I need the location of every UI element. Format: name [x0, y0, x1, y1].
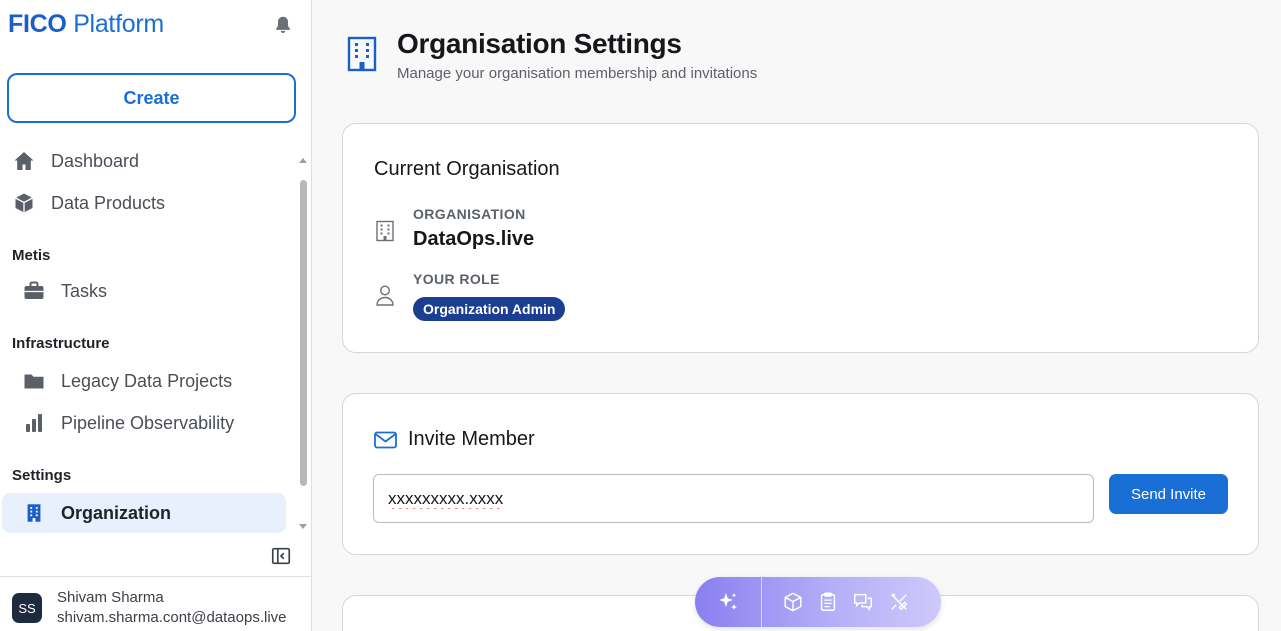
sidebar-item-data-products[interactable]: Data Products: [11, 183, 301, 223]
user-profile[interactable]: SS Shivam Sharma shivam.sharma.cont@data…: [0, 576, 311, 631]
chat-icon[interactable]: [852, 591, 874, 613]
bar-chart-icon: [21, 410, 47, 436]
role-badge: Organization Admin: [413, 297, 566, 321]
floating-toolbar: [695, 577, 941, 627]
create-button[interactable]: Create: [7, 73, 296, 123]
organisation-label: ORGANISATION: [413, 206, 526, 222]
section-header-metis: Metis: [12, 247, 51, 264]
sidebar-item-dashboard[interactable]: Dashboard: [11, 141, 301, 181]
clipboard-icon[interactable]: [817, 591, 839, 613]
user-icon: [376, 285, 394, 306]
sparkles-icon[interactable]: [716, 590, 740, 614]
building-icon: [21, 500, 47, 526]
building-icon: [347, 36, 377, 72]
organisation-name: DataOps.live: [413, 228, 535, 250]
folder-icon: [21, 368, 47, 394]
card-title: Current Organisation: [374, 158, 560, 180]
tools-icon[interactable]: [888, 591, 910, 613]
page-title: Organisation Settings: [397, 28, 682, 59]
bell-icon[interactable]: [272, 14, 294, 36]
your-role-label: YOUR ROLE: [413, 271, 500, 287]
section-header-infrastructure: Infrastructure: [12, 335, 110, 352]
home-icon: [11, 148, 37, 174]
section-header-settings: Settings: [12, 467, 72, 484]
sidebar-item-legacy-data-projects[interactable]: Legacy Data Projects: [21, 361, 311, 401]
card-title: Invite Member: [408, 428, 535, 450]
mail-icon: [374, 431, 397, 449]
page-subtitle: Manage your organisation membership and …: [397, 65, 758, 82]
scroll-up-icon[interactable]: [299, 158, 307, 163]
brand-logo[interactable]: FICO Platform: [8, 10, 164, 39]
avatar: SS: [12, 593, 42, 623]
email-field[interactable]: [373, 474, 1094, 523]
cube-icon: [11, 190, 37, 216]
building-icon: [376, 220, 394, 242]
scroll-down-icon[interactable]: [299, 524, 307, 529]
sidebar-item-tasks[interactable]: Tasks: [21, 271, 311, 311]
sidebar: FICO Platform Create Dashboard Data Prod…: [0, 0, 312, 631]
collapse-sidebar-icon[interactable]: [270, 545, 292, 567]
cube-icon[interactable]: [782, 591, 804, 613]
user-name: Shivam Sharma: [57, 589, 164, 606]
briefcase-icon: [21, 278, 47, 304]
sidebar-item-organization[interactable]: Organization: [2, 493, 286, 533]
current-organisation-card: Current Organisation ORGANISATION DataOp…: [342, 123, 1259, 353]
send-invite-button[interactable]: Send Invite: [1109, 474, 1228, 514]
sidebar-scroll-thumb[interactable]: [300, 180, 307, 486]
sidebar-item-pipeline-observability[interactable]: Pipeline Observability: [21, 403, 311, 443]
user-email: shivam.sharma.cont@dataops.live: [57, 609, 287, 626]
